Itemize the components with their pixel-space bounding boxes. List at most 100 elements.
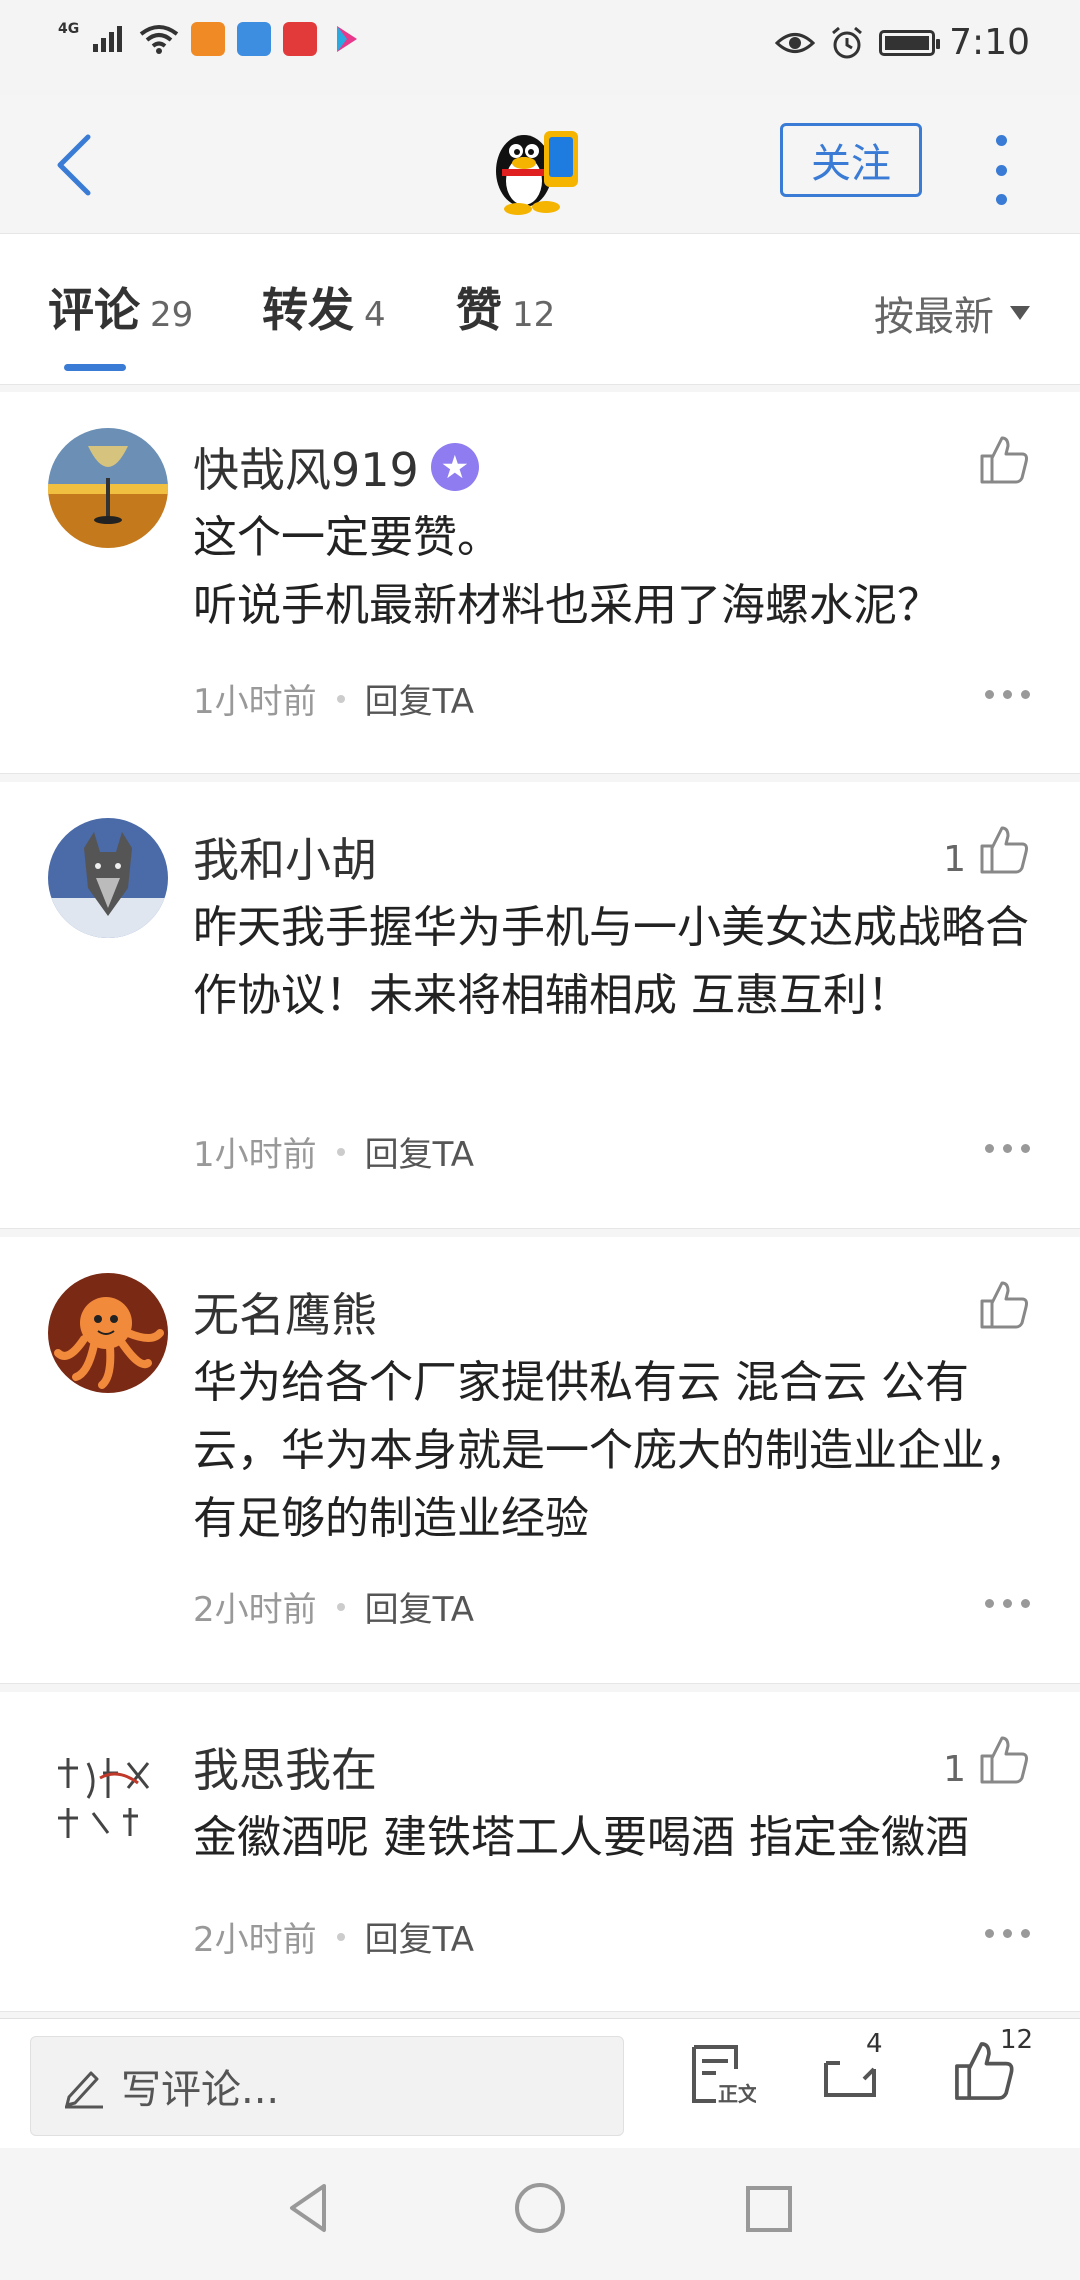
- more-dot-icon: [1021, 1144, 1030, 1153]
- comment-author[interactable]: 我和小胡: [193, 824, 377, 890]
- tab-reposts[interactable]: 转发 4: [262, 274, 386, 340]
- comment-author[interactable]: 无名鹰熊: [193, 1279, 377, 1345]
- eye-icon: [775, 32, 816, 53]
- signal-icon: [93, 26, 123, 52]
- notification-app-icon-2: [237, 22, 272, 56]
- avatar-handwriting-image: [48, 1728, 168, 1848]
- write-comment-input[interactable]: 写评论...: [30, 2036, 624, 2136]
- separator-dot: [336, 1602, 345, 1611]
- nav-home-button[interactable]: [512, 2178, 568, 2242]
- comment-meta: 2小时前 回复TA: [193, 1582, 474, 1631]
- like-button[interactable]: 1: [943, 824, 1030, 880]
- thumbs-up-icon: [980, 1281, 1028, 1329]
- separator-dot: [336, 1147, 345, 1156]
- more-dot-icon: [985, 1599, 994, 1608]
- comment-more-button[interactable]: [985, 1599, 1030, 1608]
- avatar[interactable]: [48, 818, 168, 938]
- avatar-wolf-image: [48, 818, 168, 938]
- tab-label: 评论: [48, 283, 140, 337]
- status-right: 7:10: [775, 22, 1030, 63]
- more-dot-icon: [1003, 690, 1012, 699]
- follow-button[interactable]: 关注: [780, 123, 922, 197]
- comment-meta: 2小时前 回复TA: [193, 1912, 474, 1961]
- thumbs-up-icon: [980, 1736, 1028, 1784]
- more-dot-icon: [1021, 690, 1030, 699]
- read-original-button[interactable]: 正文: [686, 2039, 759, 2113]
- like-button[interactable]: [966, 1279, 1030, 1331]
- more-dot-icon: [1003, 1929, 1012, 1938]
- comment-time: 2小时前: [193, 1920, 317, 1960]
- like-count: 1: [943, 839, 966, 880]
- system-navigation-bar: [0, 2148, 1080, 2280]
- author-name: 无名鹰熊: [193, 1288, 377, 1342]
- repost-count: 4: [866, 2029, 883, 2059]
- like-post-button[interactable]: 12: [952, 2025, 1033, 2107]
- avatar[interactable]: [48, 428, 168, 548]
- notification-app-icon-3: [283, 22, 318, 56]
- nav-back-button[interactable]: [284, 2178, 334, 2242]
- comment-meta: 1小时前 回复TA: [193, 1127, 474, 1176]
- reply-button[interactable]: 回复TA: [365, 1127, 474, 1176]
- nav-back-icon: [290, 2184, 326, 2232]
- avatar[interactable]: [48, 1728, 168, 1848]
- comment-more-button[interactable]: [985, 690, 1030, 699]
- more-dot-icon: [1021, 1929, 1030, 1938]
- battery-icon: [879, 29, 941, 56]
- header: 关注: [0, 95, 1080, 234]
- comment-author[interactable]: 快哉风919 ★: [193, 434, 479, 500]
- more-options-button[interactable]: [986, 135, 1016, 205]
- nav-home-icon: [515, 2183, 565, 2233]
- back-arrow-icon: [57, 134, 91, 196]
- comment-text: 昨天我手握华为手机与一小美女达成战略合作协议！未来将相辅相成 互惠互利！: [193, 902, 1029, 1021]
- tab-label: 赞: [456, 283, 502, 337]
- status-bar: 4G 7:10: [0, 0, 1080, 95]
- separator-dot: [336, 1932, 345, 1941]
- tab-comments[interactable]: 评论 29: [48, 274, 193, 340]
- clock: 7:10: [949, 22, 1030, 63]
- tab-count: 29: [150, 295, 194, 335]
- author-name: 我和小胡: [193, 833, 377, 887]
- network-type: 4G: [58, 21, 80, 37]
- more-dot-icon: [985, 690, 994, 699]
- comment-time: 2小时前: [193, 1590, 317, 1630]
- status-left: 4G: [58, 21, 363, 56]
- comment-item: 我和小胡 1 昨天我手握华为手机与一小美女达成战略合作协议！未来将相辅相成 互惠…: [0, 782, 1080, 1229]
- sort-dropdown[interactable]: 按最新: [874, 284, 1030, 342]
- tab-label: 转发: [262, 283, 354, 337]
- comment-text: 华为给各个厂家提供私有云 混合云 公有云，华为本身就是一个庞大的制造业企业，有足…: [193, 1357, 1029, 1544]
- comment-text: 这个一定要赞。 听说手机最新材料也采用了海螺水泥？: [193, 512, 941, 631]
- tab-bar: 评论 29 转发 4 赞 12 按最新: [0, 234, 1080, 385]
- separator-dot: [336, 694, 345, 703]
- comment-item: 无名鹰熊 华为给各个厂家提供私有云 混合云 公有云，华为本身就是一个庞大的制造业…: [0, 1237, 1080, 1684]
- alarm-icon: [832, 26, 863, 58]
- wifi-icon: [140, 25, 179, 54]
- bottom-action-bar: 写评论... 正文 4 12: [0, 2018, 1080, 2149]
- repost-button[interactable]: 4: [816, 2029, 886, 2113]
- comment-item: 快哉风919 ★ 这个一定要赞。 听说手机最新材料也采用了海螺水泥？ 1小时前 …: [0, 392, 1080, 774]
- notification-app-icon-1: [191, 22, 226, 56]
- like-button[interactable]: [966, 434, 1030, 486]
- reply-button[interactable]: 回复TA: [365, 1582, 474, 1631]
- more-dot-icon: [1021, 1599, 1030, 1608]
- comment-more-button[interactable]: [985, 1144, 1030, 1153]
- tab-likes[interactable]: 赞 12: [456, 274, 555, 340]
- more-dot-icon: [1003, 1144, 1012, 1153]
- nav-recents-button[interactable]: [744, 2178, 794, 2242]
- tab-count: 4: [364, 295, 386, 335]
- back-button[interactable]: [48, 125, 108, 205]
- avatar[interactable]: [48, 1273, 168, 1393]
- more-dot-icon: [995, 194, 1007, 205]
- comment-more-button[interactable]: [985, 1929, 1030, 1938]
- comment-text: 金徽酒呢 建铁塔工人要喝酒 指定金徽酒: [193, 1812, 969, 1863]
- qq-penguin-logo: [496, 131, 578, 215]
- avatar-octopus-image: [48, 1273, 168, 1393]
- dropdown-triangle-icon: [1010, 306, 1030, 320]
- verified-star-icon: ★: [430, 443, 479, 491]
- reply-button[interactable]: 回复TA: [365, 674, 474, 723]
- reply-button[interactable]: 回复TA: [365, 1912, 474, 1961]
- document-original-icon: 正文: [692, 2045, 759, 2106]
- like-button[interactable]: 1: [943, 1734, 1030, 1790]
- more-dot-icon: [985, 1144, 994, 1153]
- comment-author[interactable]: 我思我在: [193, 1734, 377, 1800]
- author-name: 快哉风919: [193, 443, 419, 497]
